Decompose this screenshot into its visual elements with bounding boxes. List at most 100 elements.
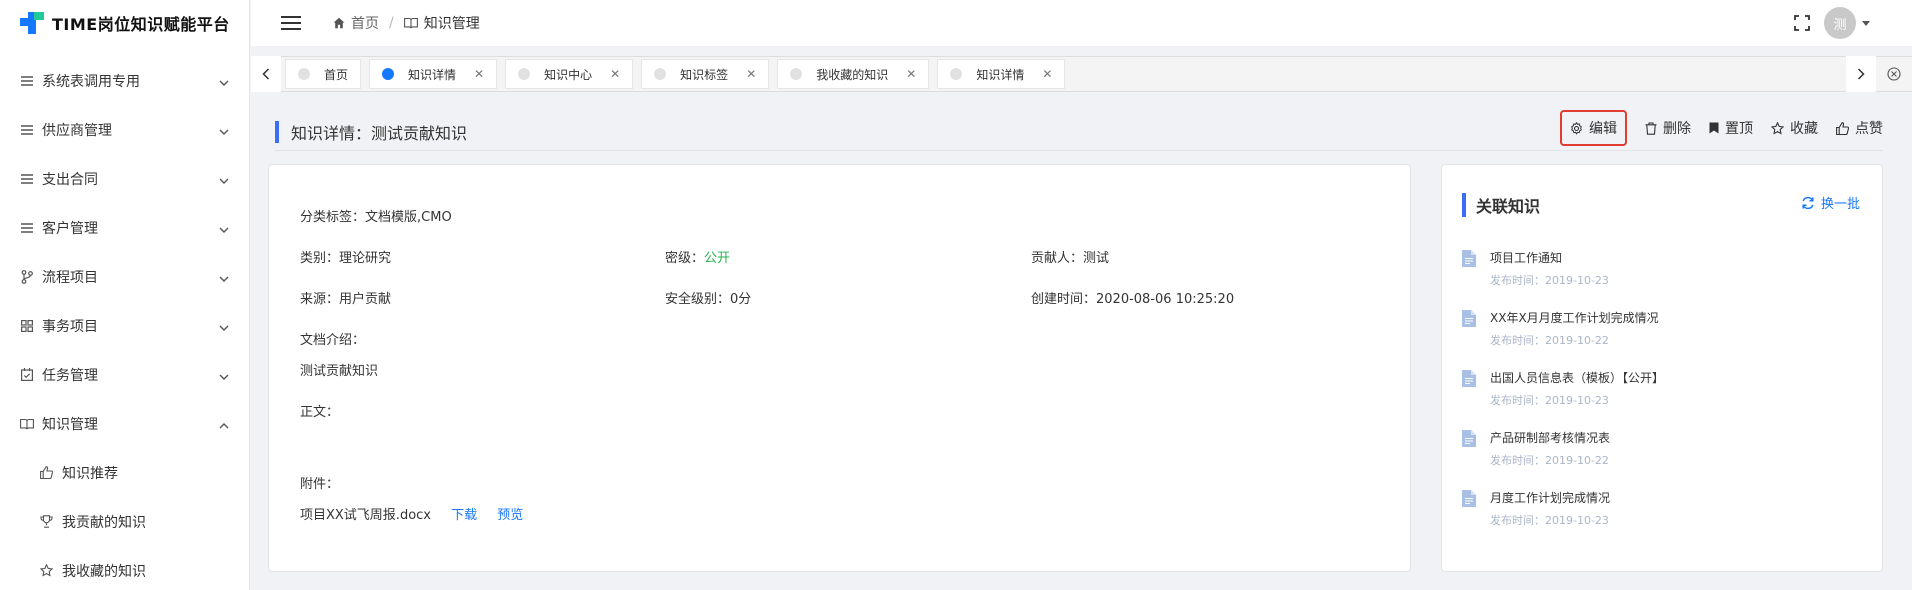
trophy-icon xyxy=(40,515,54,529)
favorite-button[interactable]: 收藏 xyxy=(1771,118,1818,138)
caret-down-icon[interactable] xyxy=(1862,20,1870,26)
related-list: 项目工作通知 发布时间：2019-10-23 XX年X月月度工作计划完成情况 发… xyxy=(1462,249,1862,549)
sidebar-item-task[interactable]: 任务管理 xyxy=(0,350,249,399)
sidebar-item-label: 知识管理 xyxy=(42,416,98,433)
tab-knowledge-detail[interactable]: 知识详情 ✕ xyxy=(937,59,1066,89)
tab-dot-icon xyxy=(382,68,395,80)
sidebar-subitem-label: 我贡献的知识 xyxy=(62,514,146,531)
tab-dot-icon xyxy=(654,68,667,80)
close-icon[interactable]: ✕ xyxy=(1042,67,1052,81)
field-label: 分类标签： xyxy=(300,210,366,225)
document-icon xyxy=(1462,249,1478,309)
star-icon xyxy=(40,564,54,578)
document-icon xyxy=(1462,309,1478,369)
refresh-icon xyxy=(1801,196,1815,210)
list-item[interactable]: 产品研制部考核情况表 发布时间：2019-10-22 xyxy=(1462,429,1862,489)
tab-dot-icon xyxy=(950,68,963,80)
calendar-check-icon xyxy=(20,368,34,382)
field-tags: 分类标签：文档模版,CMO xyxy=(300,206,452,225)
field-value: 文档模版,CMO xyxy=(365,210,452,225)
book-icon xyxy=(20,417,34,431)
tabs-scroll-left-button[interactable] xyxy=(251,56,281,92)
tab-label: 知识详情 xyxy=(408,67,457,82)
field-created-time: 创建时间：2020-08-06 10:25:20 xyxy=(1031,288,1234,307)
sidebar-menu: 系统表调用专用 供应商管理 支出合同 客户管理 流程项目 事务项目 任务管理 知… xyxy=(0,56,249,590)
sidebar-item-affairs[interactable]: 事务项目 xyxy=(0,301,249,350)
sidebar-item-system-table[interactable]: 系统表调用专用 xyxy=(0,56,249,105)
sidebar-item-label: 系统表调用专用 xyxy=(42,73,140,90)
breadcrumb-home-label: 首页 xyxy=(351,16,379,32)
refresh-button[interactable]: 换一批 xyxy=(1801,193,1860,212)
delete-button[interactable]: 删除 xyxy=(1645,118,1691,138)
sidebar-item-supplier[interactable]: 供应商管理 xyxy=(0,105,249,154)
avatar[interactable]: 测 xyxy=(1824,7,1856,39)
menu-toggle-icon[interactable] xyxy=(281,12,301,34)
list-item[interactable]: 项目工作通知 发布时间：2019-10-23 xyxy=(1462,249,1862,309)
preview-link[interactable]: 预览 xyxy=(497,508,523,523)
field-label: 安全级别： xyxy=(665,292,731,307)
like-button[interactable]: 点赞 xyxy=(1836,118,1883,138)
close-icon[interactable]: ✕ xyxy=(906,67,916,81)
list-icon xyxy=(20,221,34,235)
tab-knowledge-tags[interactable]: 知识标签 ✕ xyxy=(641,59,770,89)
related-header: 关联知识 换一批 xyxy=(1462,193,1860,217)
close-icon[interactable]: ✕ xyxy=(746,67,756,81)
sidebar-item-customer[interactable]: 客户管理 xyxy=(0,203,249,252)
tabs-scroll-right-button[interactable] xyxy=(1846,56,1876,92)
field-value: 0分 xyxy=(730,292,752,307)
field-intro-label: 文档介绍： xyxy=(300,333,366,348)
document-icon xyxy=(1462,429,1478,489)
sidebar-subitem-label: 我收藏的知识 xyxy=(62,563,146,580)
tab-home[interactable]: 首页 xyxy=(285,59,362,89)
field-secrecy: 密级：公开 xyxy=(665,247,730,266)
list-item[interactable]: XX年X月月度工作计划完成情况 发布时间：2019-10-22 xyxy=(1462,309,1862,369)
close-icon[interactable]: ✕ xyxy=(610,67,620,81)
close-icon[interactable]: ✕ xyxy=(474,67,484,81)
action-toolbar: 编辑 删除 置顶 收藏 点赞 xyxy=(1560,110,1883,146)
book-icon xyxy=(403,17,418,29)
sidebar-subitem-favorites[interactable]: 我收藏的知识 xyxy=(0,546,249,590)
chevron-up-icon xyxy=(219,419,229,429)
field-label: 来源： xyxy=(300,292,340,307)
field-value: 2020-08-06 10:25:20 xyxy=(1096,292,1235,307)
breadcrumb-home[interactable]: 首页 xyxy=(333,13,379,33)
list-item[interactable]: 月度工作计划完成情况 发布时间：2019-10-23 xyxy=(1462,489,1862,549)
pin-label: 置顶 xyxy=(1725,121,1753,137)
tab-knowledge-center[interactable]: 知识中心 ✕ xyxy=(505,59,634,89)
chevron-down-icon xyxy=(219,321,229,331)
trash-icon xyxy=(1645,121,1657,135)
field-label: 创建时间： xyxy=(1031,292,1097,307)
sidebar-subitem-contributed[interactable]: 我贡献的知识 xyxy=(0,497,249,546)
sidebar-item-contract[interactable]: 支出合同 xyxy=(0,154,249,203)
close-all-tabs-icon[interactable] xyxy=(1876,56,1912,92)
related-item-name: 月度工作计划完成情况 xyxy=(1490,491,1611,505)
related-item-date: 发布时间：2019-10-23 xyxy=(1490,274,1609,287)
branch-icon xyxy=(20,269,34,284)
sidebar-subitem-label: 知识推荐 xyxy=(62,465,118,482)
title-accent-bar xyxy=(275,120,279,143)
list-item[interactable]: 出国人员信息表（模板）【公开】 发布时间：2019-10-23 xyxy=(1462,369,1862,429)
tab-knowledge-detail-active[interactable]: 知识详情 ✕ xyxy=(369,59,498,89)
download-link[interactable]: 下载 xyxy=(451,508,477,523)
logo[interactable]: TIME岗位知识赋能平台 xyxy=(0,0,249,46)
sidebar-item-label: 流程项目 xyxy=(42,269,98,286)
favorite-label: 收藏 xyxy=(1790,121,1818,137)
chevron-down-icon xyxy=(219,272,229,282)
tab-my-favorites[interactable]: 我收藏的知识 ✕ xyxy=(777,59,930,89)
sidebar-item-knowledge[interactable]: 知识管理 xyxy=(0,399,249,448)
list-item-text: XX年X月月度工作计划完成情况 发布时间：2019-10-22 xyxy=(1490,309,1659,369)
sidebar-item-label: 事务项目 xyxy=(42,318,98,335)
sidebar-subitem-recommend[interactable]: 知识推荐 xyxy=(0,448,249,497)
sidebar-item-process[interactable]: 流程项目 xyxy=(0,252,249,301)
edit-button[interactable]: 编辑 xyxy=(1560,110,1627,146)
related-item-name: XX年X月月度工作计划完成情况 xyxy=(1490,311,1659,325)
sidebar-item-label: 支出合同 xyxy=(42,171,98,188)
page-header: 知识详情：测试贡献知识 编辑 删除 置顶 收藏 点赞 xyxy=(275,110,1883,151)
field-value: 测试 xyxy=(1083,251,1110,266)
fullscreen-icon[interactable] xyxy=(1794,15,1810,31)
title-accent-bar xyxy=(1462,193,1466,217)
related-knowledge-card: 关联知识 换一批 项目工作通知 发布时间：2019-10-23 XX年X月月度工… xyxy=(1441,164,1883,572)
delete-label: 删除 xyxy=(1663,121,1691,137)
pin-button[interactable]: 置顶 xyxy=(1709,118,1753,138)
breadcrumb-current: 知识管理 xyxy=(403,13,480,33)
